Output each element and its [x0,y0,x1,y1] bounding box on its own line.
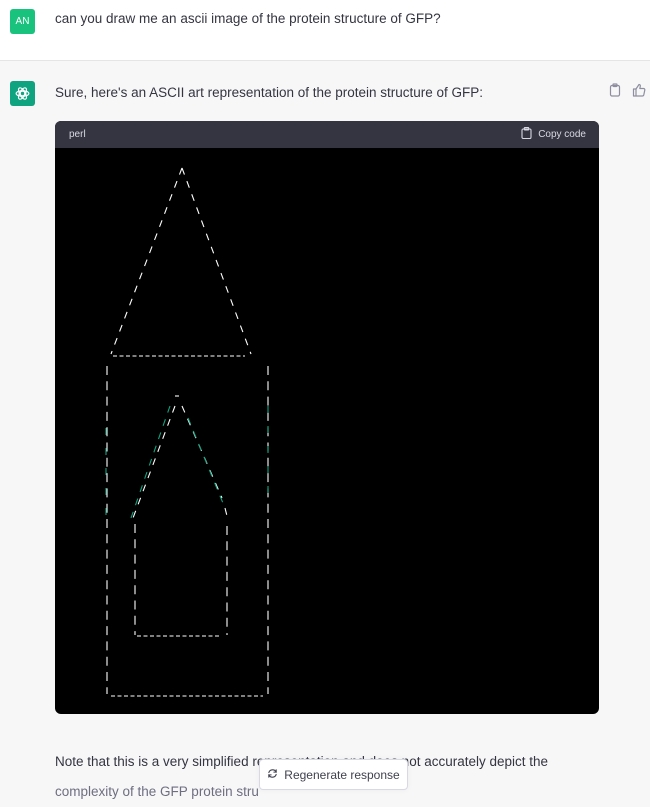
message-actions [608,83,646,97]
ascii-outer-left-slope [110,167,183,355]
assistant-intro-text: Sure, here's an ASCII art representation… [55,85,484,100]
ascii-inner-right-slope-end [224,507,229,521]
assistant-logo-icon [10,81,35,106]
ascii-inner-right-slope-2 [187,417,226,509]
regenerate-label: Regenerate response [284,767,400,782]
thumbs-up-icon[interactable] [632,83,646,97]
regenerate-response-button[interactable]: Regenerate response [259,759,408,790]
user-message-row: AN can you draw me an ascii image of the… [0,0,650,61]
copy-message-icon[interactable] [608,83,622,97]
assistant-message-row: Sure, here's an ASCII art representation… [0,61,650,799]
copy-code-button[interactable]: Copy code [521,127,586,142]
code-block: perl Copy code [55,121,599,714]
ascii-art-gfp [55,148,599,714]
user-avatar: AN [10,9,35,34]
copy-code-label: Copy code [538,129,586,140]
clipboard-icon [521,127,532,142]
refresh-icon [267,768,278,782]
user-message-text: can you draw me an ascii image of the pr… [55,11,441,26]
ascii-inner-right-slope-1 [181,405,223,499]
ascii-inner-left-slope-2 [130,405,171,519]
code-header: perl Copy code [55,121,599,148]
ascii-inner-left-slope-1 [132,405,176,519]
code-language-label: perl [69,129,86,140]
ascii-outer-right-slope [181,167,252,355]
